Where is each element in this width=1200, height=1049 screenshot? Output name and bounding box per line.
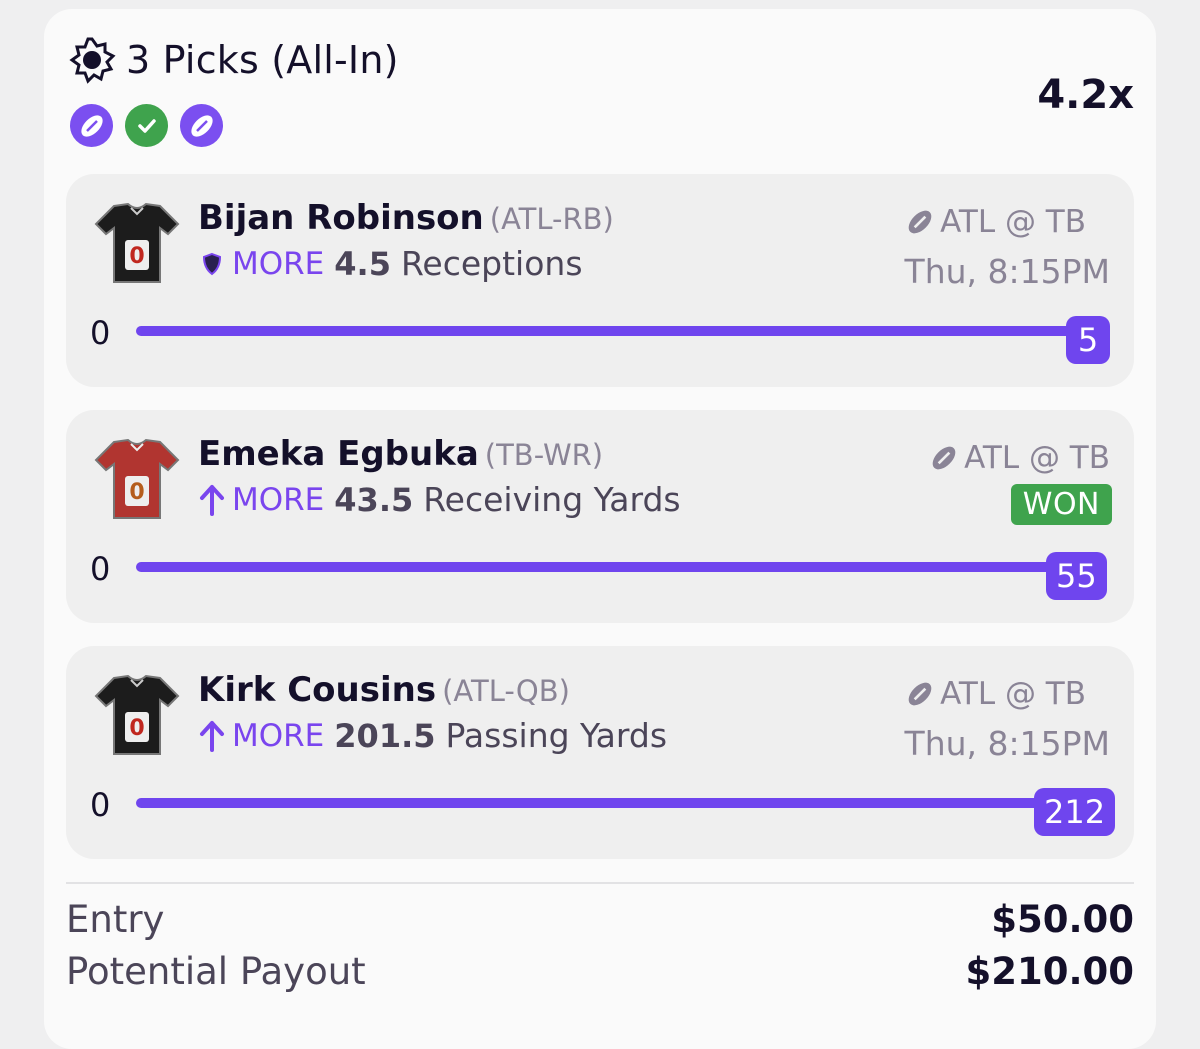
game-time: Thu, 8:15PM bbox=[904, 724, 1110, 763]
stat-name: Receiving Yards bbox=[423, 480, 681, 519]
svg-text:0: 0 bbox=[129, 244, 144, 269]
won-badge: WON bbox=[1010, 484, 1112, 525]
direction-label: MORE bbox=[232, 717, 325, 754]
entry-row: Entry $50.00 bbox=[66, 898, 1134, 941]
summary-divider bbox=[66, 882, 1134, 884]
payout-multiplier: 4.2x bbox=[1037, 72, 1134, 118]
direction-label: MORE bbox=[232, 481, 325, 518]
jersey-icon: 0 bbox=[94, 438, 180, 519]
prop-line-value: 43.5 bbox=[334, 480, 414, 519]
progress-value: 55 bbox=[1046, 552, 1107, 600]
payout-value: $210.00 bbox=[965, 950, 1134, 993]
player-position: (ATL-RB) bbox=[489, 202, 614, 236]
player-position: (ATL-QB) bbox=[442, 674, 570, 708]
jersey-icon: 0 bbox=[94, 674, 180, 755]
progress-min: 0 bbox=[90, 314, 111, 352]
payout-row: Potential Payout $210.00 bbox=[66, 950, 1134, 993]
entry-label: Entry bbox=[66, 898, 165, 941]
player-position: (TB-WR) bbox=[484, 438, 604, 472]
arrow-up-icon bbox=[200, 484, 224, 516]
player-name: Emeka Egbuka bbox=[198, 434, 479, 474]
entry-title: 3 Picks (All-In) bbox=[126, 38, 399, 82]
entry-value: $50.00 bbox=[991, 898, 1134, 941]
entry-header: 3 Picks (All-In) bbox=[68, 34, 399, 86]
matchup: ATL @ TB bbox=[928, 440, 1110, 476]
prop-line: MORE 43.5 Receiving Yards bbox=[198, 480, 681, 519]
arrow-up-icon bbox=[200, 720, 224, 752]
matchup-text: ATL @ TB bbox=[964, 440, 1110, 476]
progress-value: 212 bbox=[1034, 788, 1116, 836]
game-time: Thu, 8:15PM bbox=[904, 252, 1110, 291]
stat-name: Passing Yards bbox=[445, 716, 668, 755]
progress-bar bbox=[136, 562, 1076, 572]
stat-name: Receptions bbox=[400, 244, 583, 283]
pick-card[interactable]: 0 Kirk Cousins (ATL-QB) MORE 201.5 Passin… bbox=[66, 646, 1134, 859]
progress-min: 0 bbox=[90, 550, 111, 588]
pick-card[interactable]: 0 Emeka Egbuka (TB-WR) MORE 43.5 Receivin… bbox=[66, 410, 1134, 623]
shield-icon bbox=[202, 252, 222, 275]
player-name: Kirk Cousins bbox=[198, 670, 437, 710]
prop-line-value: 4.5 bbox=[334, 244, 391, 283]
progress-bar bbox=[136, 326, 1096, 336]
matchup: ATL @ TB bbox=[904, 204, 1086, 240]
pick-card[interactable]: 0 Bijan Robinson (ATL-RB) MORE 4.5 Recept… bbox=[66, 174, 1134, 387]
football-icon bbox=[180, 104, 223, 147]
matchup-text: ATL @ TB bbox=[940, 676, 1086, 712]
football-icon bbox=[908, 210, 932, 234]
svg-text:0: 0 bbox=[129, 716, 144, 741]
check-icon bbox=[125, 104, 168, 147]
progress-value: 5 bbox=[1066, 316, 1110, 364]
svg-text:0: 0 bbox=[129, 480, 144, 505]
progress-bar bbox=[136, 798, 1066, 808]
football-icon bbox=[908, 682, 932, 706]
jersey-icon: 0 bbox=[94, 202, 180, 283]
payout-label: Potential Payout bbox=[66, 950, 366, 993]
matchup: ATL @ TB bbox=[904, 676, 1086, 712]
football-icon bbox=[932, 446, 956, 470]
player-name: Bijan Robinson bbox=[198, 198, 484, 238]
direction-label: MORE bbox=[232, 245, 325, 282]
prop-line-value: 201.5 bbox=[334, 716, 436, 755]
prop-line: MORE 4.5 Receptions bbox=[198, 244, 583, 283]
sun-gear-icon bbox=[69, 37, 116, 84]
pick-status-badges bbox=[70, 104, 223, 147]
football-icon bbox=[70, 104, 113, 147]
prop-line: MORE 201.5 Passing Yards bbox=[198, 716, 667, 755]
matchup-text: ATL @ TB bbox=[940, 204, 1086, 240]
progress-min: 0 bbox=[90, 786, 111, 824]
